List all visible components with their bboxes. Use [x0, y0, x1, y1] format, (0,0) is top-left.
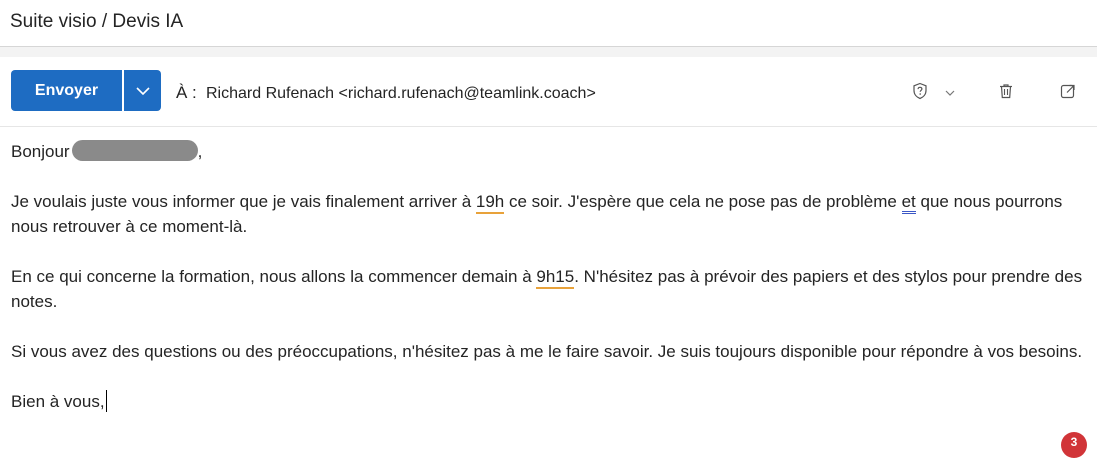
compose-toolbar: Envoyer À : Richard Rufenach <richard.ru… [0, 57, 1097, 127]
trash-icon [1000, 84, 1012, 99]
greeting-line: Bonjour, [11, 139, 1091, 164]
recipient-field[interactable]: Richard Rufenach <richard.rufenach@teaml… [206, 85, 596, 103]
popout-icon [1060, 84, 1075, 99]
to-label: À : [176, 83, 197, 102]
sensitivity-button[interactable] [910, 81, 930, 101]
chevron-down-icon [135, 86, 150, 95]
grammar-flag-et[interactable]: et [901, 192, 916, 214]
subject-title[interactable]: Suite visio / Devis IA [10, 11, 183, 33]
sensitivity-dropdown[interactable] [942, 87, 958, 99]
send-button[interactable]: Envoyer [11, 70, 122, 111]
shield-question-icon [913, 82, 927, 100]
notification-badge[interactable]: 3 [1061, 432, 1087, 458]
spelling-flag-9h15[interactable]: 9h15 [536, 267, 575, 289]
discard-button[interactable] [996, 81, 1016, 101]
redacted-name [71, 140, 198, 161]
closing-text: Bien à vous, [11, 392, 105, 411]
greeting-text: Bonjour [11, 142, 70, 161]
paragraph-training: En ce qui concerne la formation, nous al… [11, 264, 1091, 314]
send-options-button[interactable] [124, 70, 161, 111]
greeting-comma: , [197, 142, 203, 161]
message-body[interactable]: Bonjour, Je voulais juste vous informer … [11, 139, 1091, 439]
text-segment: En ce qui concerne la formation, nous al… [11, 267, 537, 286]
text-cursor [105, 390, 107, 412]
text-segment: Je voulais juste vous informer que je va… [11, 192, 476, 211]
subject-bar: Suite visio / Devis IA [0, 0, 1097, 47]
paragraph-arrival: Je voulais juste vous informer que je va… [11, 189, 1091, 239]
closing-line: Bien à vous, [11, 389, 1091, 414]
paragraph-questions: Si vous avez des questions ou des préocc… [11, 342, 1083, 361]
popout-button[interactable] [1058, 81, 1078, 101]
header-separator [0, 47, 1097, 57]
spelling-flag-19h[interactable]: 19h [475, 192, 505, 214]
text-segment: ce soir. J'espère que cela ne pose pas d… [504, 192, 902, 211]
chevron-down-icon [945, 90, 955, 96]
